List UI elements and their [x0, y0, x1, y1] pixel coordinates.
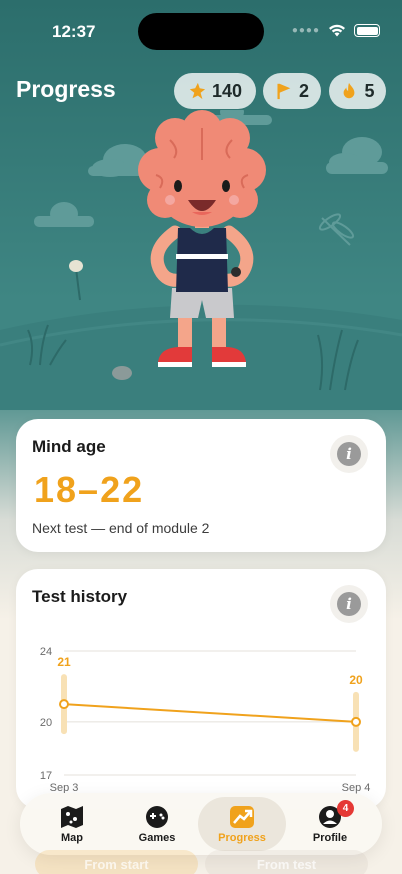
gamepad-icon	[146, 805, 168, 828]
map-icon	[61, 805, 83, 828]
tab-bar: Map Games Progress 4 Profile	[20, 793, 382, 855]
series-line	[63, 703, 357, 723]
profile-notification-badge: 4	[337, 800, 354, 817]
y-tick-label: 20	[40, 717, 52, 729]
data-label: 20	[349, 673, 363, 687]
flame-icon	[344, 82, 355, 99]
info-icon: i	[337, 442, 361, 466]
mind-age-info-button[interactable]: i	[330, 435, 368, 473]
data-label: 21	[57, 655, 71, 669]
tab-profile-label: Profile	[312, 831, 348, 844]
dynamic-island	[138, 13, 264, 50]
from-test-button[interactable]: From test	[205, 850, 368, 874]
flags-pill[interactable]: 2	[263, 73, 321, 109]
brain-mascot-illustration	[0, 110, 402, 410]
tab-progress[interactable]: Progress	[198, 797, 286, 851]
signal-icon: ●●●●	[291, 25, 320, 36]
points-value: 140	[211, 80, 243, 101]
streak-value: 5	[364, 80, 375, 101]
wifi-icon	[329, 24, 345, 37]
status-time: 12:37	[52, 22, 96, 41]
tab-games-label: Games	[138, 831, 176, 844]
status-icons: ●●●●	[292, 24, 380, 37]
mind-age-next-test: Next test — end of module 2	[32, 520, 210, 536]
test-history-chart: 24201721Sep 320Sep 4	[40, 646, 371, 794]
from-start-button[interactable]: From start	[35, 850, 198, 874]
tab-progress-label: Progress	[218, 831, 266, 844]
mind-age-card: Mind age i 18–22 Next test — end of modu…	[16, 419, 386, 552]
mind-age-title: Mind age	[32, 437, 106, 456]
trending-up-icon	[230, 805, 254, 828]
sparkle-star-icon	[189, 82, 206, 100]
battery-icon	[354, 24, 380, 37]
data-point	[59, 699, 69, 710]
tab-map[interactable]: Map	[28, 797, 116, 851]
flag-icon	[277, 83, 291, 100]
streak-pill[interactable]: 5	[329, 73, 386, 109]
data-point	[351, 716, 361, 727]
test-history-card: Test history i 24 20 17 21 Sep 3 20 Sep 4	[16, 569, 386, 809]
mind-age-value: 18–22	[34, 469, 145, 510]
tab-profile[interactable]: 4 Profile	[286, 797, 374, 851]
page-title: Progress	[16, 76, 116, 102]
y-tick-label: 24	[40, 646, 52, 658]
points-pill[interactable]: 140	[174, 73, 256, 109]
tab-games[interactable]: Games	[113, 797, 201, 851]
status-bar: 12:37 ●●●●	[0, 0, 402, 62]
flags-value: 2	[298, 80, 309, 101]
y-tick-label: 17	[40, 770, 52, 782]
tab-map-label: Map	[61, 831, 83, 844]
